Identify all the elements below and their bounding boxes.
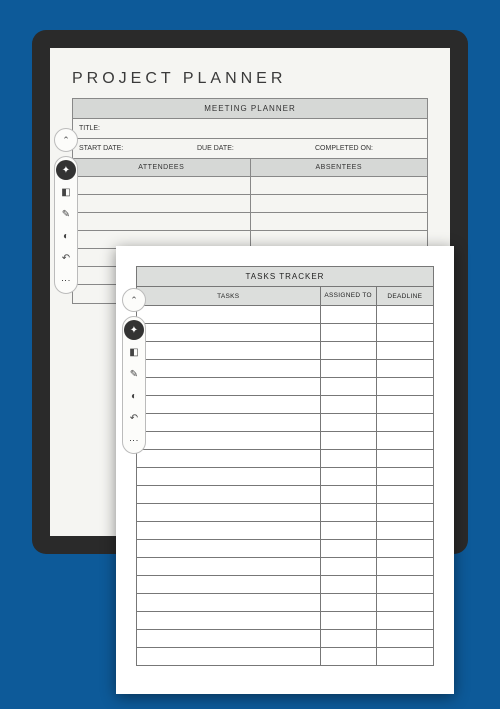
select-icon: ◐ [131,391,137,402]
highlight-tool-button[interactable]: ✎ [55,203,77,225]
task-row[interactable] [137,630,433,648]
undo-button[interactable]: ↶ [123,407,145,429]
tasks-tracker-sheet: TASKS TRACKER TASKS ASSIGNED TO DEADLINE [116,246,454,694]
undo-icon: ↶ [130,413,138,424]
select-tool-button[interactable]: ◐ [123,385,145,407]
tasks-tracker-columns: TASKS ASSIGNED TO DEADLINE [136,287,434,306]
task-row[interactable] [137,522,433,540]
task-row[interactable] [137,486,433,504]
task-row[interactable] [137,324,433,342]
date-row: START DATE: DUE DATE: COMPLETED ON: [72,139,428,159]
highlight-icon: ✎ [62,209,70,220]
attendees-header: ATTENDEES [73,159,251,176]
task-row[interactable] [137,450,433,468]
more-icon: ⋮ [132,436,136,445]
tasks-column-header: TASKS [137,287,321,305]
undo-icon: ↶ [62,253,70,264]
due-date-label[interactable]: DUE DATE: [191,139,309,158]
task-row[interactable] [137,306,433,324]
tasks-tracker-body [136,306,434,666]
task-row[interactable] [137,378,433,396]
eraser-icon: ◧ [61,187,70,198]
task-row[interactable] [137,558,433,576]
more-icon: ⋮ [64,276,68,285]
more-button[interactable]: ⋮ [123,429,145,451]
attendance-row[interactable] [73,177,427,195]
pen-icon: ✦ [62,165,70,176]
eraser-tool-button[interactable]: ◧ [123,341,145,363]
title-field-label[interactable]: TITLE: [72,119,428,139]
task-row[interactable] [137,540,433,558]
start-date-label[interactable]: START DATE: [73,139,191,158]
attendance-header: ATTENDEES ABSENTEES [72,159,428,177]
toolbar-collapse-button[interactable]: ⌃ [54,128,78,152]
page-title: PROJECT PLANNER [72,70,428,88]
eraser-icon: ◧ [129,347,138,358]
task-row[interactable] [137,504,433,522]
task-row[interactable] [137,342,433,360]
task-row[interactable] [137,576,433,594]
highlight-tool-button[interactable]: ✎ [123,363,145,385]
task-row[interactable] [137,432,433,450]
highlight-icon: ✎ [130,369,138,380]
pen-icon: ✦ [130,325,138,336]
pen-tool-button[interactable]: ✦ [56,160,76,180]
task-row[interactable] [137,468,433,486]
undo-button[interactable]: ↶ [55,247,77,269]
deadline-column-header: DEADLINE [377,287,433,305]
meeting-planner-header: MEETING PLANNER [72,98,428,119]
chevron-up-icon: ⌃ [62,135,70,146]
more-button[interactable]: ⋮ [55,269,77,291]
attendance-row[interactable] [73,213,427,231]
task-row[interactable] [137,396,433,414]
task-row[interactable] [137,648,433,666]
annotation-toolbar: ✦ ◧ ✎ ◐ ↶ ⋮ [54,156,78,294]
tasks-tracker-header: TASKS TRACKER [136,266,434,287]
eraser-tool-button[interactable]: ◧ [55,181,77,203]
toolbar-collapse-button[interactable]: ⌃ [122,288,146,312]
select-icon: ◐ [63,231,69,242]
attendance-row[interactable] [73,195,427,213]
absentees-header: ABSENTEES [251,159,428,176]
assigned-to-column-header: ASSIGNED TO [321,287,377,305]
task-row[interactable] [137,414,433,432]
sheet-content: TASKS TRACKER TASKS ASSIGNED TO DEADLINE [116,246,454,694]
select-tool-button[interactable]: ◐ [55,225,77,247]
task-row[interactable] [137,360,433,378]
chevron-up-icon: ⌃ [130,295,138,306]
pen-tool-button[interactable]: ✦ [124,320,144,340]
completed-on-label[interactable]: COMPLETED ON: [309,139,427,158]
task-row[interactable] [137,612,433,630]
annotation-toolbar: ✦ ◧ ✎ ◐ ↶ ⋮ [122,316,146,454]
task-row[interactable] [137,594,433,612]
